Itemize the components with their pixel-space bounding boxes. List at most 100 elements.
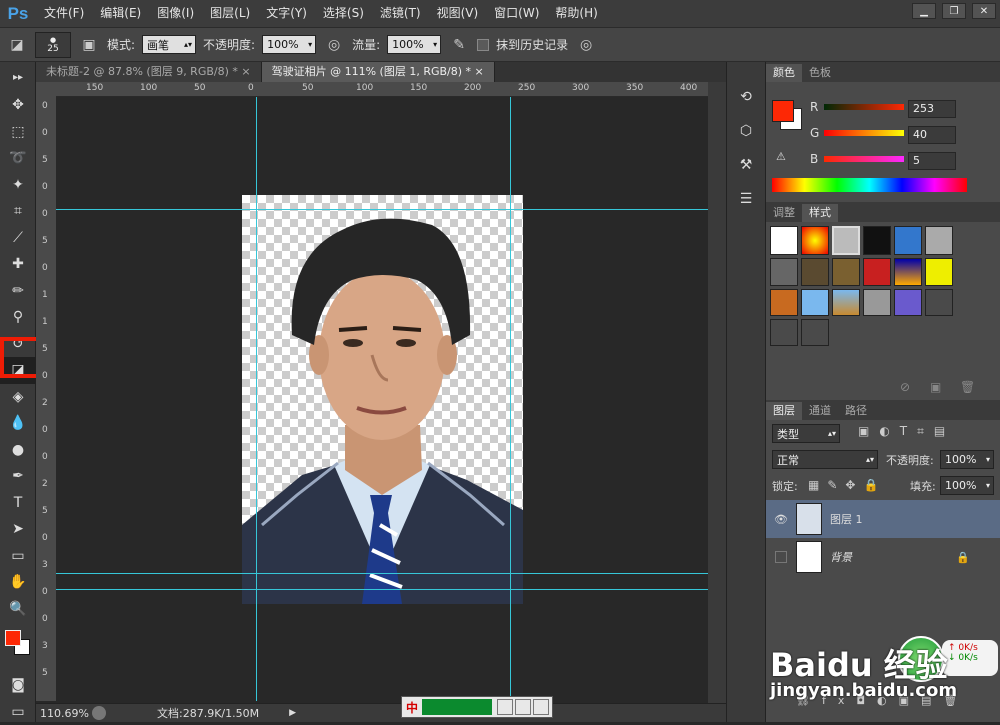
layer-filter-select[interactable]: 类型▴▾ — [772, 424, 840, 443]
menu-help[interactable]: 帮助(H) — [547, 0, 605, 27]
ime-logo-icon[interactable]: 中 — [402, 699, 422, 716]
ime-button[interactable] — [533, 699, 549, 715]
pen-tool-icon[interactable]: ✒ — [0, 463, 36, 490]
visibility-toggle[interactable] — [766, 551, 796, 563]
guide-horizontal[interactable] — [56, 573, 708, 574]
style-swatch[interactable] — [832, 226, 860, 255]
brush-tool-icon[interactable]: ✏ — [0, 278, 36, 305]
eraser-tool-icon[interactable]: ◪ — [6, 34, 28, 56]
r-value[interactable]: 253 — [908, 100, 956, 118]
style-swatch[interactable] — [832, 258, 860, 285]
g-slider[interactable] — [824, 130, 904, 136]
layer-name[interactable]: 图层 1 — [830, 511, 863, 527]
style-swatch[interactable] — [832, 289, 860, 316]
style-swatch[interactable] — [925, 289, 953, 316]
close-icon[interactable]: ✕ — [972, 3, 996, 19]
properties-icon[interactable]: ☰ — [727, 182, 765, 216]
style-swatch[interactable] — [925, 226, 953, 255]
style-swatch[interactable] — [863, 258, 891, 285]
lock-icons[interactable]: ▦✎✥🔒 — [808, 478, 886, 492]
tab-color[interactable]: 颜色 — [766, 64, 802, 82]
new-style-icon[interactable]: ▣ — [930, 380, 941, 394]
style-swatch[interactable] — [863, 226, 891, 255]
tab-layers[interactable]: 图层 — [766, 402, 802, 420]
menu-select[interactable]: 选择(S) — [315, 0, 372, 27]
pressure-size-icon[interactable]: ◎ — [575, 34, 597, 56]
menu-layer[interactable]: 图层(L) — [202, 0, 258, 27]
style-swatch[interactable] — [770, 289, 798, 316]
status-menu-arrow[interactable]: ▶ — [289, 708, 296, 718]
quick-mask-icon[interactable]: ◙ — [0, 672, 36, 699]
dodge-tool-icon[interactable]: ● — [0, 437, 36, 464]
flow-field[interactable]: 100%▾ — [387, 35, 441, 54]
marquee-tool-icon[interactable]: ⬚ — [0, 119, 36, 146]
style-swatch[interactable] — [894, 258, 922, 285]
layer-row-1[interactable]: 👁 图层 1 — [766, 500, 1000, 538]
menu-image[interactable]: 图像(I) — [149, 0, 202, 27]
ime-button[interactable] — [497, 699, 513, 715]
type-tool-icon[interactable]: T — [0, 490, 36, 517]
menu-edit[interactable]: 编辑(E) — [92, 0, 149, 27]
collapse-icon[interactable]: ▸▸ — [0, 62, 36, 92]
fill-field[interactable]: 100%▾ — [940, 476, 994, 495]
layer-row-background[interactable]: 背景 🔒 — [766, 538, 1000, 576]
style-swatch[interactable] — [894, 289, 922, 316]
menu-filter[interactable]: 滤镜(T) — [372, 0, 429, 27]
canvas-area[interactable] — [56, 97, 708, 701]
healing-brush-icon[interactable]: ✚ — [0, 251, 36, 278]
hand-tool-icon[interactable]: ✋ — [0, 569, 36, 596]
style-swatch[interactable] — [894, 226, 922, 255]
r-slider[interactable] — [824, 104, 904, 110]
magic-wand-icon[interactable]: ✦ — [0, 172, 36, 199]
crop-tool-icon[interactable]: ⌗ — [0, 198, 36, 225]
menu-file[interactable]: 文件(F) — [36, 0, 92, 27]
eyedropper-icon[interactable]: ⟋ — [0, 225, 36, 252]
gamut-warning-icon[interactable]: ⚠ — [776, 150, 786, 163]
erase-to-history-checkbox[interactable] — [477, 39, 489, 51]
clear-style-icon[interactable]: ⊘ — [900, 380, 910, 394]
clone-stamp-icon[interactable]: ⚲ — [0, 304, 36, 331]
b-value[interactable]: 5 — [908, 152, 956, 170]
menu-view[interactable]: 视图(V) — [429, 0, 487, 27]
color-spectrum[interactable] — [772, 178, 967, 192]
filter-icons[interactable]: ▣◐T⌗▤ — [858, 424, 955, 439]
vertical-scrollbar[interactable] — [708, 82, 726, 703]
zoom-tool-icon[interactable]: 🔍 — [0, 596, 36, 623]
tab-channels[interactable]: 通道 — [802, 402, 838, 420]
tab-adjustments[interactable]: 调整 — [766, 204, 802, 222]
style-swatch[interactable] — [770, 258, 798, 285]
style-swatch[interactable] — [863, 289, 891, 316]
ruler-origin[interactable] — [36, 82, 56, 97]
style-swatch[interactable] — [925, 258, 953, 285]
move-tool-icon[interactable]: ✥ — [0, 92, 36, 119]
tool-presets-icon[interactable]: ⚒ — [727, 148, 765, 182]
menu-type[interactable]: 文字(Y) — [258, 0, 315, 27]
blur-tool-icon[interactable]: 💧 — [0, 410, 36, 437]
airbrush-icon[interactable]: ✎ — [448, 34, 470, 56]
path-select-icon[interactable]: ➤ — [0, 516, 36, 543]
brush-panel-icon[interactable]: ▣ — [78, 34, 100, 56]
layer-name[interactable]: 背景 — [830, 549, 852, 565]
history-panel-icon[interactable]: ⟲ — [727, 80, 765, 114]
guide-vertical[interactable] — [510, 97, 511, 701]
document-image[interactable] — [242, 195, 523, 604]
rectangle-tool-icon[interactable]: ▭ — [0, 543, 36, 570]
tab-swatches[interactable]: 色板 — [802, 64, 838, 82]
style-swatch[interactable] — [801, 226, 829, 255]
foreground-swatch[interactable] — [772, 100, 794, 122]
brush-preset-picker[interactable]: ●25 — [35, 32, 71, 58]
style-none-icon[interactable] — [770, 226, 798, 255]
status-icon[interactable] — [92, 706, 106, 720]
opacity-field[interactable]: 100%▾ — [262, 35, 316, 54]
guide-horizontal[interactable] — [56, 209, 708, 210]
tab-paths[interactable]: 路径 — [838, 402, 874, 420]
tab-untitled-2[interactable]: 未标题-2 @ 87.8% (图层 9, RGB/8) * × — [36, 62, 262, 82]
foreground-color[interactable] — [5, 630, 21, 646]
3d-panel-icon[interactable]: ⬡ — [727, 114, 765, 148]
ime-button[interactable] — [515, 699, 531, 715]
style-swatch[interactable] — [801, 319, 829, 346]
tab-styles[interactable]: 样式 — [802, 204, 838, 222]
layer-opacity-field[interactable]: 100%▾ — [940, 450, 994, 469]
blend-mode-select[interactable]: 正常▴▾ — [772, 450, 878, 469]
screen-mode-icon[interactable]: ▭ — [0, 699, 36, 725]
